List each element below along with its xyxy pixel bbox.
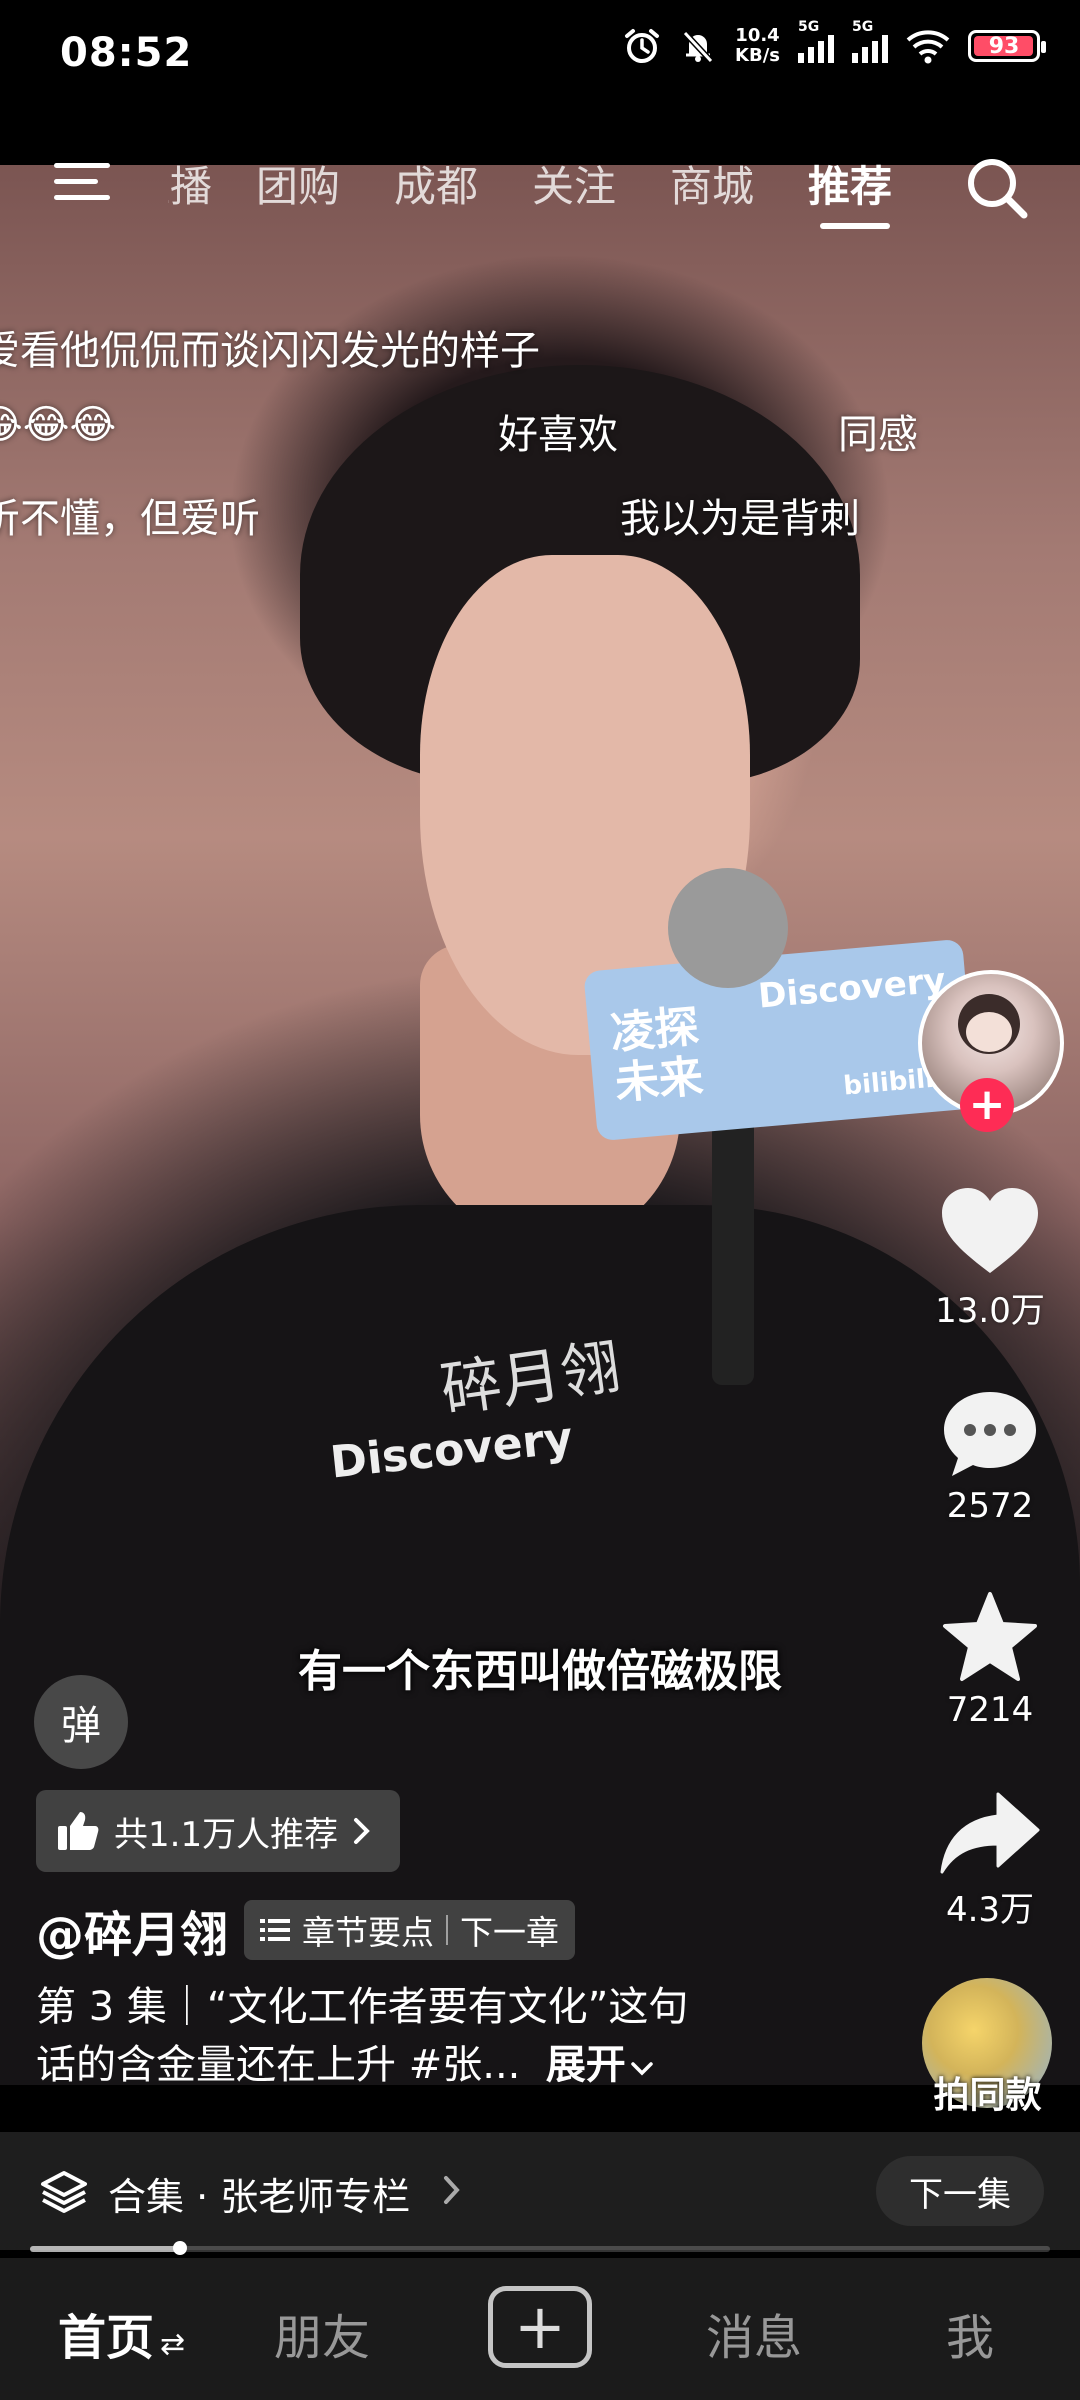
share-button[interactable]: 4.3万	[900, 1790, 1080, 1931]
nav-messages[interactable]: 消息	[706, 2298, 802, 2368]
active-tab-indicator	[820, 223, 890, 229]
share-count: 4.3万	[945, 1890, 1035, 1930]
like-count: 13.0万	[935, 1291, 1045, 1331]
danmaku-comment: 我以为是背刺	[620, 496, 860, 542]
danmaku-comment: 同感	[838, 412, 918, 458]
follow-plus-button[interactable]: +	[960, 1078, 1014, 1132]
nav-me[interactable]: 我	[946, 2298, 994, 2368]
comment-button[interactable]: 2572	[900, 1388, 1080, 1526]
battery-icon: 93	[968, 30, 1046, 62]
danmaku-comment: 爱看他侃侃而谈闪闪发光的样子	[0, 328, 540, 374]
chevron-right-icon	[444, 2176, 460, 2204]
danmaku-comment: 好喜欢	[498, 412, 618, 458]
author-name[interactable]: @碎月翎	[36, 1895, 228, 1965]
tab-live[interactable]: 直播	[168, 153, 212, 214]
chevron-right-icon	[354, 1818, 370, 1844]
layers-icon	[41, 2171, 87, 2213]
cell-signal-2-icon: 5G	[852, 19, 888, 63]
status-icons: 10.4 KB/s 5G 5G 93	[623, 19, 1046, 66]
menu-icon[interactable]	[50, 157, 114, 207]
share-arrow-icon	[940, 1792, 1040, 1874]
video-description[interactable]: 第 3 集｜“文化工作者要有文化”这句 话的含金量还在上升 #张... 展开	[36, 1978, 796, 2094]
tab-recommend[interactable]: 推荐	[808, 153, 892, 214]
chevron-down-icon	[631, 2062, 653, 2076]
progress-knob[interactable]	[172, 2241, 187, 2255]
plus-icon: +	[514, 2290, 566, 2363]
bottom-nav: 首页 ⇄ 朋友 + 消息 我	[0, 2258, 1080, 2400]
collection-title: 合集 · 张老师专栏	[108, 2175, 411, 2219]
chapter-box: 章节要点 下一章	[244, 1900, 576, 1960]
recommend-text: 共1.1万人推荐	[114, 1814, 339, 1855]
next-chapter-button[interactable]: 下一章	[460, 1906, 559, 1954]
cell-signal-1-icon: 5G	[798, 19, 834, 63]
status-bar: 08:52 10.4 KB/s 5G 5G 93	[0, 0, 1080, 165]
comment-count: 2572	[946, 1486, 1034, 1526]
divider	[446, 1915, 449, 1945]
expand-button[interactable]: 展开	[546, 2042, 626, 2088]
search-icon[interactable]	[962, 153, 1032, 223]
chapter-points-button[interactable]: 章节要点	[302, 1906, 434, 1954]
video-progress-bar[interactable]	[30, 2241, 1050, 2255]
description-line-2: 话的含金量还在上升 #张...	[36, 2042, 521, 2088]
heart-icon	[942, 1188, 1038, 1273]
author-row: @碎月翎 章节要点 下一章	[36, 1895, 576, 1965]
tab-mall[interactable]: 商城	[670, 153, 754, 214]
collection-bar[interactable]: 合集 · 张老师专栏 下一集	[0, 2132, 1080, 2250]
nav-home[interactable]: 首页 ⇄	[58, 2298, 185, 2368]
description-line-1: 第 3 集｜“文化工作者要有文化”这句	[36, 1984, 689, 2030]
recommend-pill[interactable]: 共1.1万人推荐	[36, 1790, 401, 1872]
list-icon	[260, 1919, 291, 1941]
net-speed: 10.4 KB/s	[735, 25, 780, 66]
alarm-icon	[625, 29, 660, 63]
nav-friends[interactable]: 朋友	[274, 2298, 370, 2368]
tab-group-buy[interactable]: 团购	[256, 153, 340, 214]
like-button[interactable]: 13.0万	[900, 1185, 1080, 1332]
status-time: 08:52	[60, 30, 193, 76]
danmaku-comment: 😂😂😂	[0, 402, 117, 448]
comment-icon	[944, 1392, 1036, 1476]
same-style-label: 拍同款	[933, 2075, 1042, 2116]
danmaku-comment: 听不懂，但爱听	[0, 496, 260, 542]
progress-fill	[30, 2246, 180, 2252]
mute-bell-icon	[682, 30, 714, 64]
wifi-icon	[906, 30, 950, 64]
top-nav: 直播 团购 成都 关注 商城 推荐	[0, 145, 1080, 235]
video-subtitle: 有一个东西叫做倍磁极限	[298, 1646, 782, 1697]
thumbs-up-icon	[58, 1812, 99, 1850]
next-episode-button[interactable]: 下一集	[876, 2156, 1044, 2226]
danmaku-toggle-button[interactable]: 弹	[34, 1675, 128, 1769]
tab-chengdu[interactable]: 成都	[394, 153, 478, 214]
tab-following[interactable]: 关注	[532, 153, 616, 214]
add-post-button[interactable]: +	[488, 2286, 592, 2368]
swap-icon: ⇄	[160, 2327, 186, 2362]
